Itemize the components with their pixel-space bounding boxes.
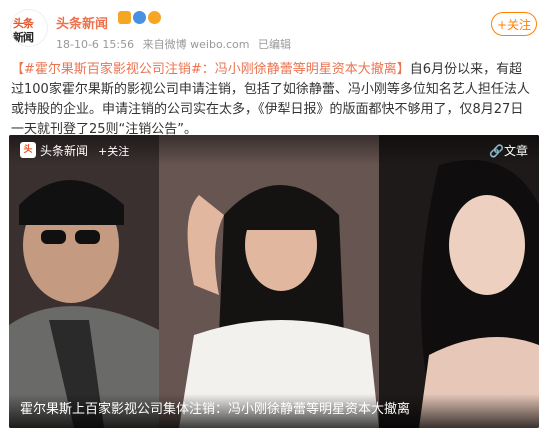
medal-icon	[148, 11, 161, 24]
avatar[interactable]: 头条 新闻	[11, 10, 47, 46]
article-cover-image	[9, 135, 539, 428]
crown-icon	[118, 11, 131, 24]
link-icon: 🔗	[489, 144, 504, 158]
post-meta: 18-10-6 15:56 来自微博 weibo.com 已编辑	[56, 36, 296, 52]
timestamp[interactable]: 18-10-6 15:56	[56, 38, 134, 51]
post-source: 来自微博 weibo.com	[142, 38, 250, 51]
follow-button[interactable]: +关注	[491, 12, 537, 36]
avatar-text-bottom: 新闻	[13, 31, 34, 44]
article-source[interactable]: 头条新闻	[40, 142, 88, 159]
post-body: 【#霍尔果斯百家影视公司注销#：冯小刚徐静蕾等明星资本大撤离】自6月份以来，有超…	[11, 60, 535, 140]
post-header: 头条 新闻 头条新闻 18-10-6 15:56 来自微博 weibo.com …	[0, 0, 546, 60]
hashtag-link[interactable]: 【#霍尔果斯百家影视公司注销#：冯小刚徐静蕾等明星资本大撤离】	[11, 62, 410, 77]
article-title[interactable]: 霍尔果斯上百家影视公司集体注销：冯小刚徐静蕾等明星资本大撤离	[20, 398, 410, 417]
article-link-label: 文章	[503, 144, 528, 158]
username-link[interactable]: 头条新闻	[56, 13, 108, 32]
article-link[interactable]: 🔗文章	[489, 142, 528, 159]
source-logo-icon: 头	[20, 142, 36, 158]
verified-icon	[133, 11, 146, 24]
article-top-overlay	[9, 135, 539, 165]
edited-label[interactable]: 已编辑	[258, 38, 291, 51]
article-follow-button[interactable]: +关注	[98, 143, 129, 159]
article-card[interactable]: 头 头条新闻 +关注 🔗文章 霍尔果斯上百家影视公司集体注销：冯小刚徐静蕾等明星…	[9, 135, 539, 428]
user-badges	[118, 11, 161, 24]
